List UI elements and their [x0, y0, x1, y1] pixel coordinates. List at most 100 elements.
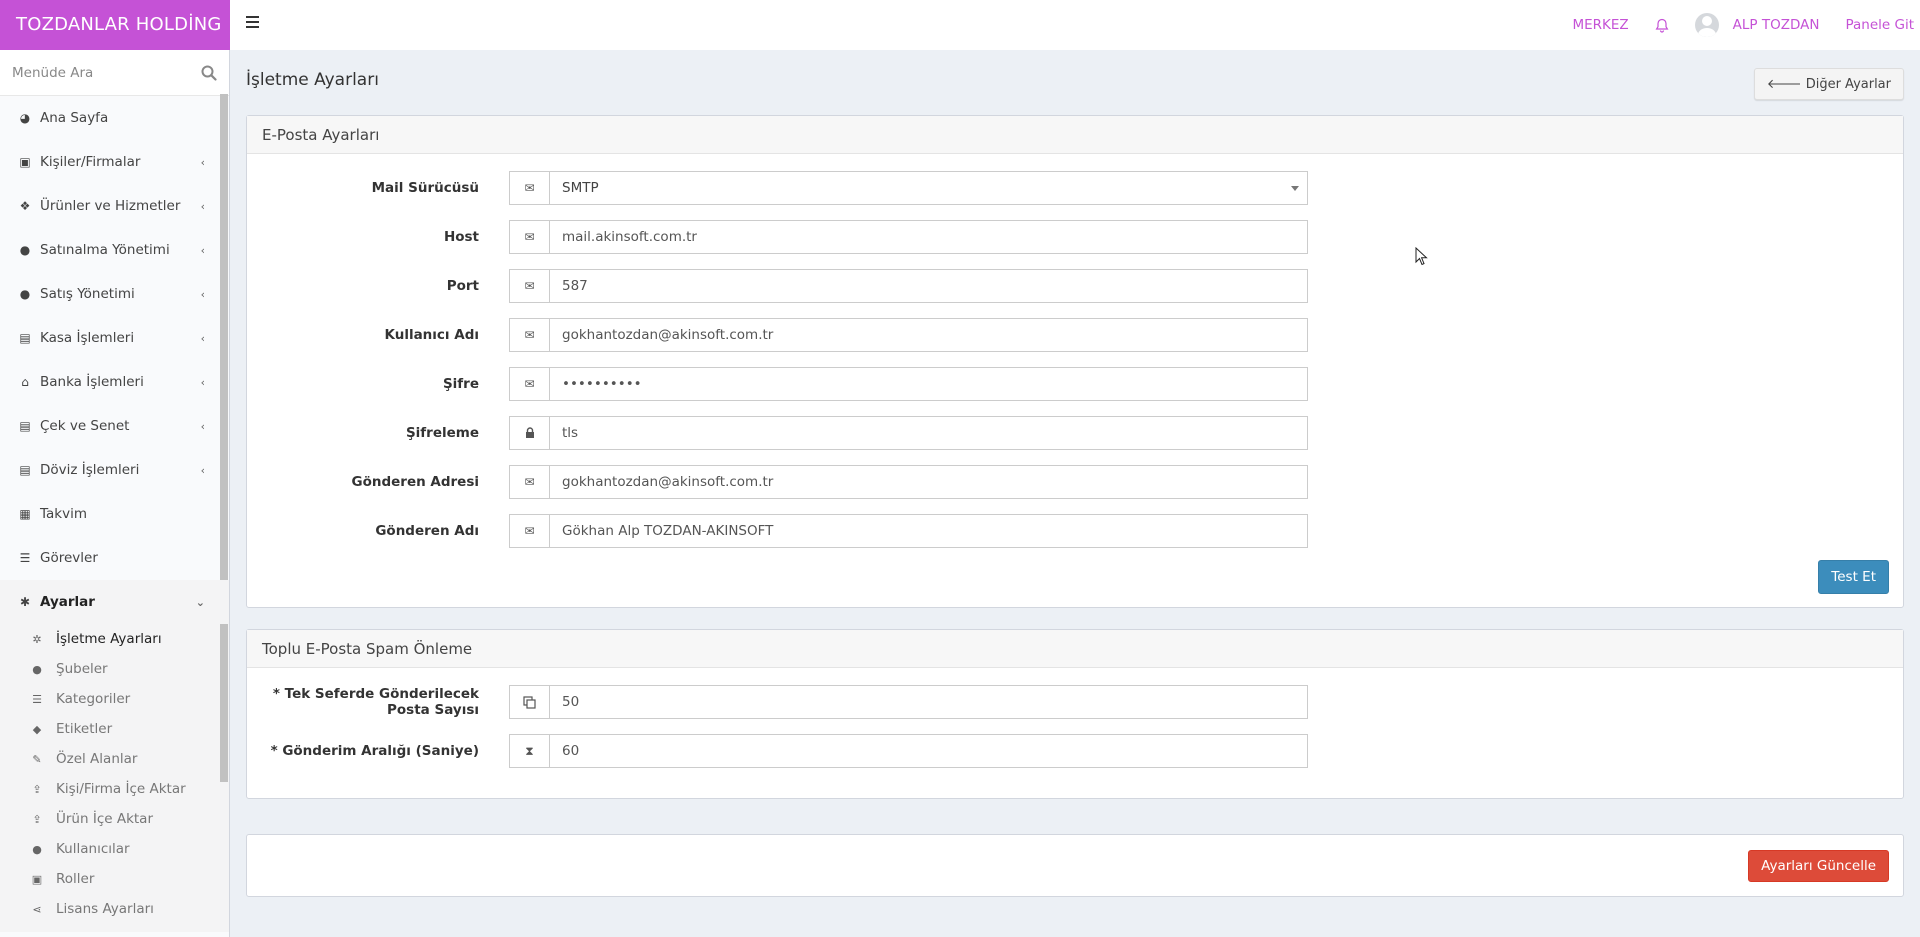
tasks-icon: ☰: [19, 551, 31, 565]
sidebar-item-bank[interactable]: ⌂ Banka İşlemleri ‹: [0, 360, 229, 404]
other-settings-button[interactable]: 🡐 Diğer Ayarlar: [1753, 68, 1904, 100]
password-label: Şifre: [442, 376, 479, 392]
menu-search-input[interactable]: [12, 64, 201, 81]
upload-icon: ⇪: [32, 812, 42, 826]
address-book-icon: ▣: [19, 155, 31, 169]
encryption-input[interactable]: [550, 417, 1307, 449]
form-row-batch-count: * Tek Seferde Gönderilecek Posta Sayısı: [247, 685, 1308, 719]
form-row-from-name: Gönderen Adı ✉: [247, 514, 1308, 548]
interval-label: * Gönderim Aralığı (Saniye): [270, 743, 479, 759]
host-label: Host: [443, 229, 479, 245]
form-row-host: Host ✉: [247, 220, 1308, 254]
submenu-item-tags[interactable]: ◆ Etiketler: [0, 714, 229, 744]
upload-icon: ⇪: [32, 782, 42, 796]
tag-icon: ◆: [32, 722, 42, 736]
share-icon: ⋖: [32, 902, 42, 916]
host-group: ✉: [509, 220, 1308, 254]
user-icon: ●: [32, 842, 42, 856]
submenu-item-import-products[interactable]: ⇪ Ürün İçe Aktar: [0, 804, 229, 834]
cubes-icon: ❖: [19, 199, 31, 213]
email-settings-box: E-Posta Ayarları Mail Sürücüsü ✉ SMTP Ho…: [246, 115, 1904, 608]
settings-submenu: ✲ İşletme Ayarları ● Şubeler ☰ Kategoriler …: [0, 624, 229, 932]
password-input[interactable]: [550, 368, 1307, 400]
copy-icon: [510, 686, 550, 718]
envelope-icon: ✉: [510, 221, 550, 253]
menu-toggle-icon[interactable]: [246, 16, 259, 30]
mail-driver-select[interactable]: SMTP: [550, 172, 1307, 204]
brand-logo[interactable]: TOZDANLAR HOLDİNG: [0, 0, 230, 50]
driver-label: Mail Sürücüsü: [371, 180, 479, 196]
from-name-group: ✉: [509, 514, 1308, 548]
sidebar-item-currency[interactable]: ▤ Döviz İşlemleri ‹: [0, 448, 229, 492]
sidebar-item-purchasing[interactable]: ● Satınalma Yönetimi ‹: [0, 228, 229, 272]
username-input[interactable]: [550, 319, 1307, 351]
envelope-icon: ✉: [510, 270, 550, 302]
avatar: [1694, 13, 1719, 37]
sidebar-item-home[interactable]: ◕ Ana Sayfa: [0, 96, 229, 140]
submenu-item-users[interactable]: ● Kullanıcılar: [0, 834, 229, 864]
test-button[interactable]: Test Et: [1818, 560, 1889, 594]
chevron-left-icon: ‹: [200, 155, 205, 169]
port-label: Port: [446, 278, 479, 294]
envelope-icon: ✉: [510, 319, 550, 351]
caret-down-icon: [1291, 186, 1299, 191]
chevron-left-icon: ‹: [200, 199, 205, 213]
chevron-left-icon: ‹: [200, 287, 205, 301]
host-input[interactable]: [550, 221, 1307, 253]
interval-input[interactable]: [550, 735, 1307, 767]
map-marker-icon: ●: [32, 662, 42, 676]
submenu-item-business-settings[interactable]: ✲ İşletme Ayarları: [0, 624, 229, 654]
submenu-item-import-contacts[interactable]: ⇪ Kişi/Firma İçe Aktar: [0, 774, 229, 804]
form-row-password: Şifre ✉: [247, 367, 1308, 401]
user-name: ALP TOZDAN: [1732, 17, 1820, 33]
sidebar: ◕Ana Sayfa ▣Kişiler/Firmalar‹ ❖Ürünler v…: [0, 50, 230, 937]
sidebar-search: [0, 50, 229, 96]
money-icon: ▤: [19, 331, 31, 345]
update-settings-button[interactable]: Ayarları Güncelle: [1748, 850, 1889, 882]
batch-count-group: [509, 685, 1308, 719]
bank-icon: ⌂: [21, 375, 29, 389]
money-icon: ▤: [19, 419, 31, 433]
user-menu[interactable]: ALP TOZDAN: [1694, 13, 1820, 37]
from-name-input[interactable]: [550, 515, 1307, 547]
envelope-icon: ✉: [510, 515, 550, 547]
username-group: ✉: [509, 318, 1308, 352]
mouse-cursor-icon: [1415, 247, 1429, 267]
branch-link[interactable]: MERKEZ: [1572, 17, 1628, 33]
submenu-item-roles[interactable]: ▣ Roller: [0, 864, 229, 894]
form-row-username: Kullanıcı Adı ✉: [247, 318, 1308, 352]
encryption-group: [509, 416, 1308, 450]
list-icon: ☰: [32, 692, 42, 706]
encryption-label: Şifreleme: [405, 425, 479, 441]
search-icon[interactable]: [201, 65, 217, 81]
sidebar-item-cash[interactable]: ▤ Kasa İşlemleri ‹: [0, 316, 229, 360]
driver-group: ✉ SMTP: [509, 171, 1308, 205]
envelope-icon: ✉: [510, 368, 550, 400]
sidebar-item-sales[interactable]: ● Satış Yönetimi ‹: [0, 272, 229, 316]
money-icon: ▤: [19, 463, 31, 477]
form-row-port: Port ✉: [247, 269, 1308, 303]
bell-icon[interactable]: [1655, 18, 1669, 33]
port-input[interactable]: [550, 270, 1307, 302]
batch-count-label: * Tek Seferde Gönderilecek Posta Sayısı: [272, 686, 479, 718]
wrench-icon: ✎: [32, 752, 42, 766]
submenu-item-branches[interactable]: ● Şubeler: [0, 654, 229, 684]
sidebar-item-products[interactable]: ❖ Ürünler ve Hizmetler ‹: [0, 184, 229, 228]
email-settings-title: E-Posta Ayarları: [247, 116, 1903, 154]
sidebar-item-contacts[interactable]: ▣ Kişiler/Firmalar ‹: [0, 140, 229, 184]
sidebar-item-tasks[interactable]: ☰ Görevler: [0, 536, 229, 580]
submenu-item-license[interactable]: ⋖ Lisans Ayarları: [0, 894, 229, 924]
gear-icon: ✱: [19, 595, 31, 609]
arrow-circle-up-icon: ●: [19, 287, 31, 301]
form-row-interval: * Gönderim Aralığı (Saniye) ⧗: [247, 734, 1308, 768]
panel-link[interactable]: Panele Git: [1845, 17, 1914, 33]
batch-count-input[interactable]: [550, 686, 1307, 718]
sidebar-item-calendar[interactable]: ▦ Takvim: [0, 492, 229, 536]
from-address-input[interactable]: [550, 466, 1307, 498]
from-name-label: Gönderen Adı: [375, 523, 479, 539]
sidebar-item-checks[interactable]: ▤ Çek ve Senet ‹: [0, 404, 229, 448]
submenu-item-categories[interactable]: ☰ Kategoriler: [0, 684, 229, 714]
submenu-item-custom-fields[interactable]: ✎ Özel Alanlar: [0, 744, 229, 774]
top-right-nav: MERKEZ ALP TOZDAN Panele Git: [1572, 0, 1920, 50]
sidebar-item-settings[interactable]: ✱ Ayarlar ⌄: [0, 580, 229, 624]
